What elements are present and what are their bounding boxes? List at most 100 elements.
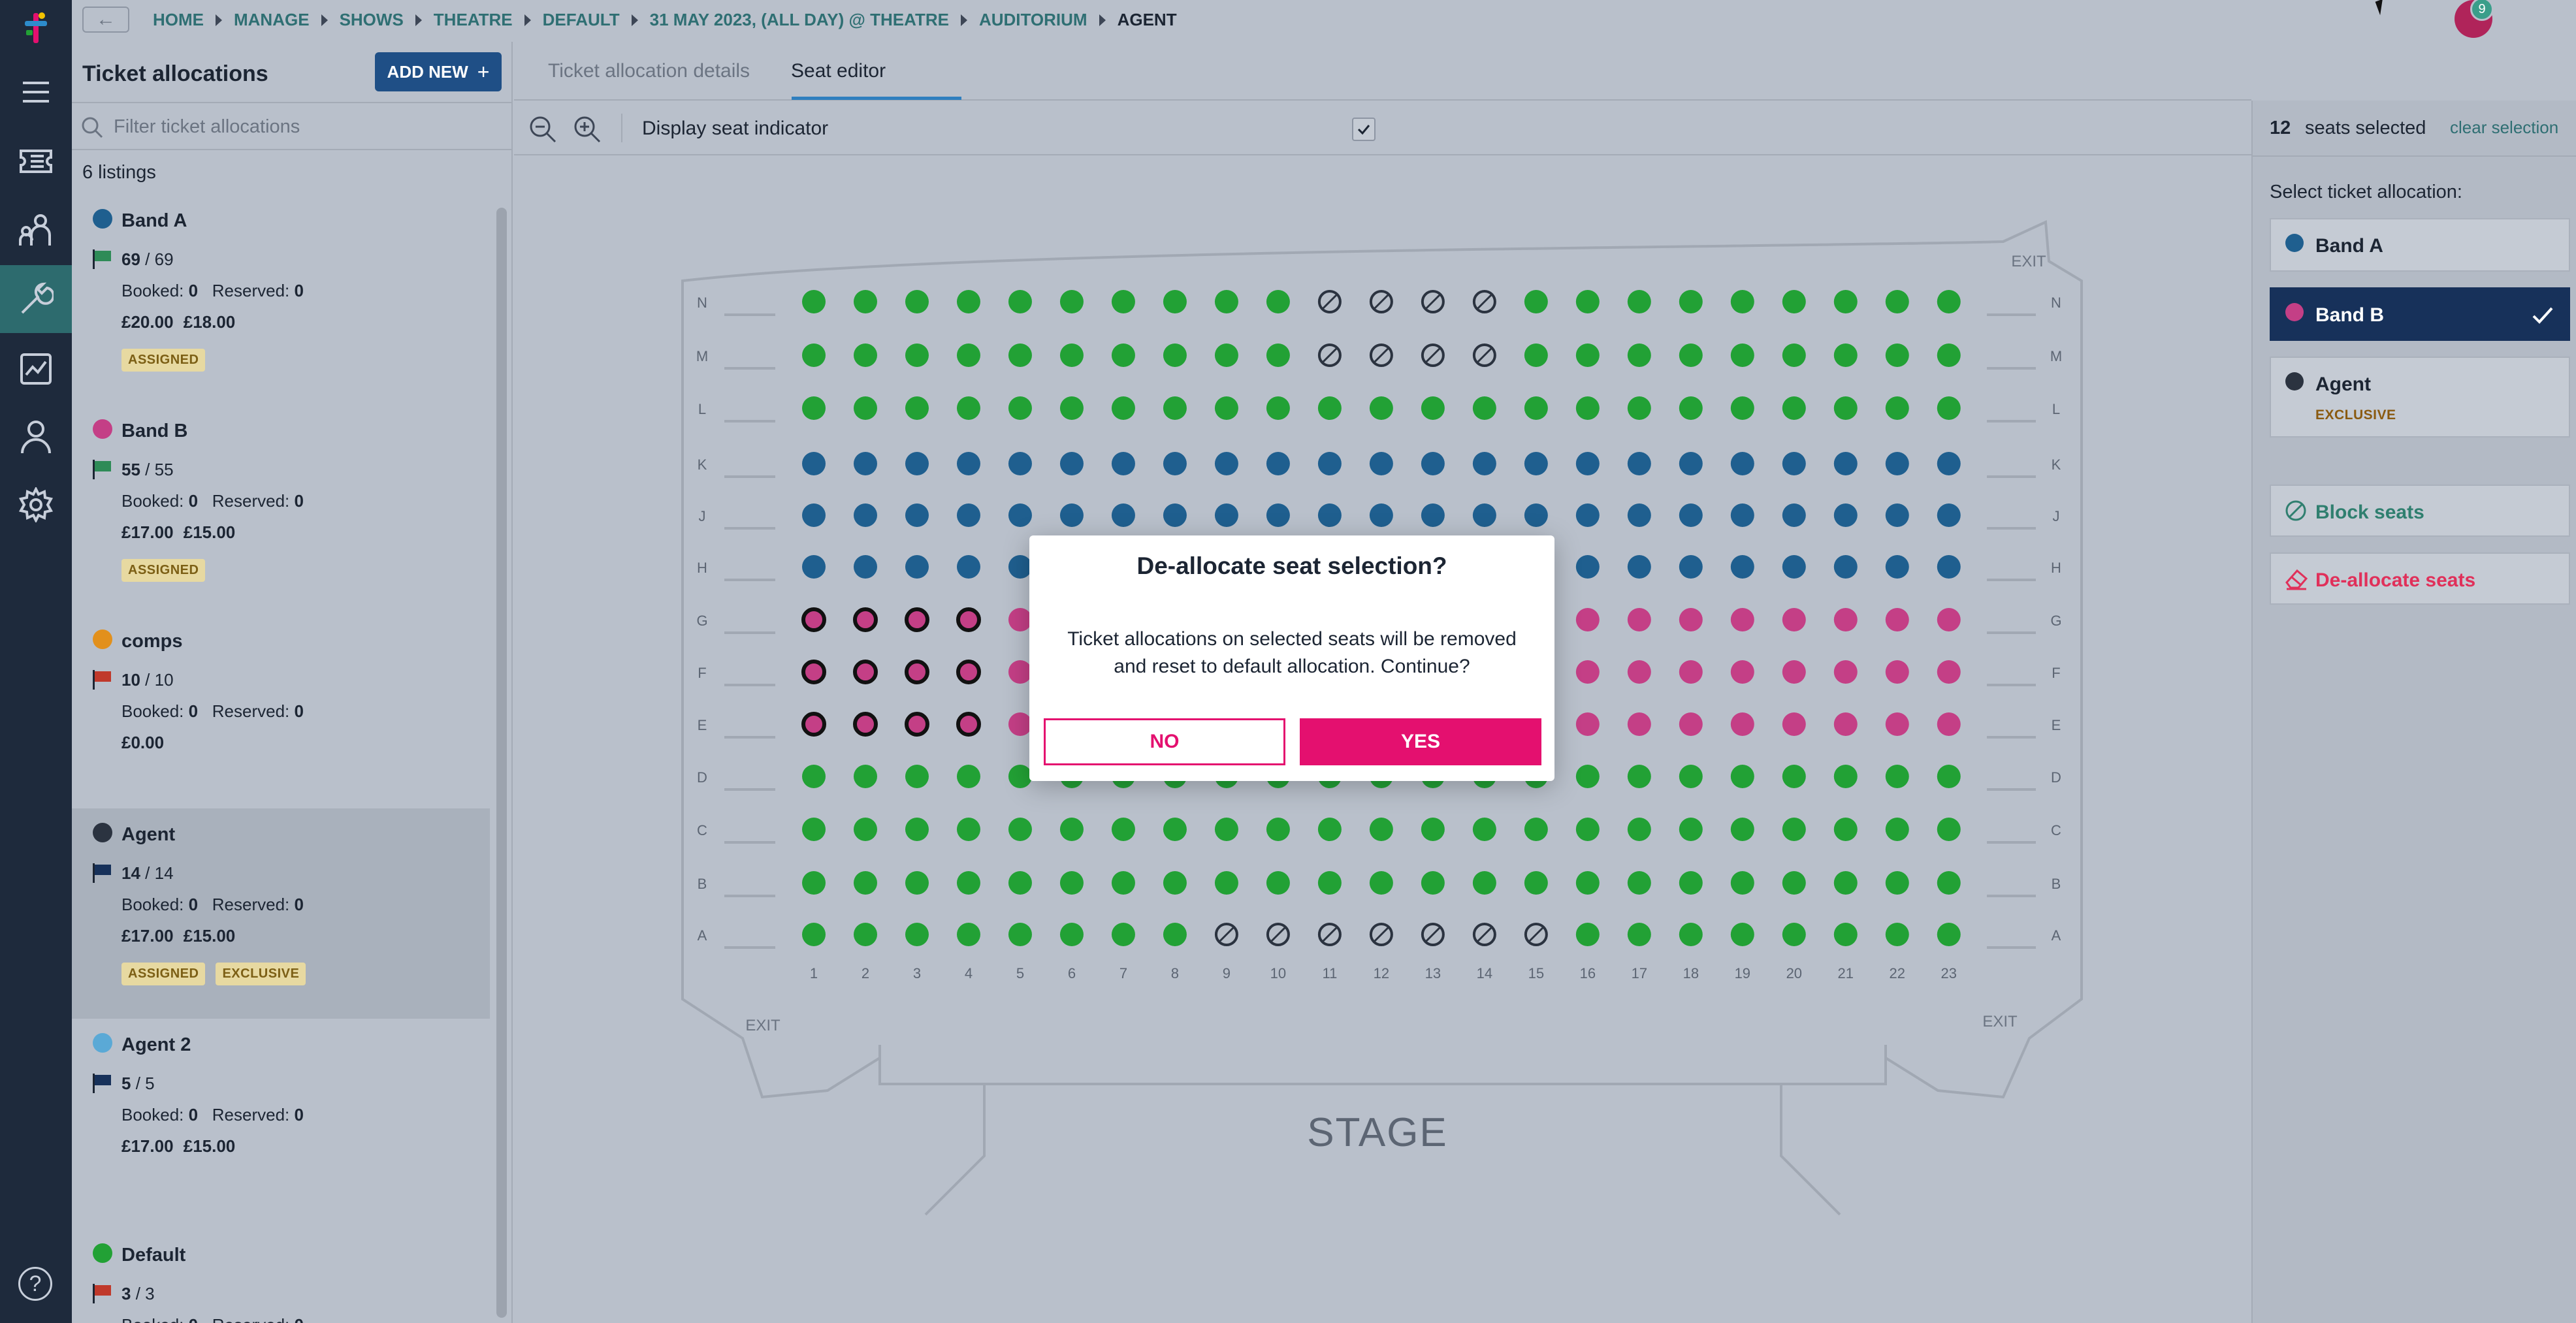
selected-seat[interactable]: [801, 712, 826, 737]
seat[interactable]: [905, 765, 929, 788]
seat[interactable]: [1472, 452, 1496, 475]
seat[interactable]: [1421, 871, 1445, 895]
seat[interactable]: [1266, 396, 1290, 420]
breadcrumb-item[interactable]: THEATRE: [434, 10, 513, 30]
seat[interactable]: [1730, 503, 1754, 527]
seat[interactable]: [905, 290, 929, 313]
allocation-item[interactable]: Band B 55 / 55 Booked: 0 Reserved: 0 £17.00…: [72, 405, 490, 615]
seat[interactable]: [1266, 452, 1290, 475]
seat[interactable]: [802, 290, 826, 313]
seat[interactable]: [956, 871, 980, 895]
seat[interactable]: [956, 818, 980, 841]
seat[interactable]: [1472, 871, 1496, 895]
seat[interactable]: [1627, 452, 1651, 475]
seat[interactable]: [1472, 818, 1496, 841]
seat[interactable]: [802, 503, 826, 527]
seat[interactable]: [1163, 452, 1187, 475]
seat[interactable]: [1214, 290, 1238, 313]
seat[interactable]: [1214, 871, 1238, 895]
seat[interactable]: [1317, 871, 1342, 895]
seat[interactable]: [1214, 452, 1238, 475]
deallocate-seats-button[interactable]: De-allocate seats: [2270, 552, 2570, 605]
yes-button[interactable]: YES: [1300, 718, 1541, 765]
seat[interactable]: [1575, 343, 1600, 367]
seat-indicator-checkbox[interactable]: [1352, 118, 1376, 141]
seat[interactable]: [1317, 396, 1342, 420]
seat[interactable]: [1163, 343, 1187, 367]
seat[interactable]: [1008, 608, 1032, 631]
seat[interactable]: [1059, 818, 1084, 841]
seat[interactable]: [1421, 452, 1445, 475]
seat[interactable]: [1782, 871, 1806, 895]
seat[interactable]: [1730, 608, 1754, 631]
allocation-item[interactable]: Band A 69 / 69 Booked: 0 Reserved: 0 £20.00…: [72, 195, 490, 405]
selected-seat[interactable]: [801, 607, 826, 632]
seat[interactable]: [1524, 452, 1548, 475]
allocation-option-agent[interactable]: Agent EXCLUSIVE: [2270, 357, 2570, 438]
seat[interactable]: [1730, 660, 1754, 684]
seat[interactable]: [1524, 290, 1548, 313]
seat[interactable]: [1214, 503, 1238, 527]
seat[interactable]: [1885, 871, 1909, 895]
seat[interactable]: [1679, 871, 1703, 895]
seat[interactable]: [1575, 503, 1600, 527]
seat[interactable]: [1627, 871, 1651, 895]
seat[interactable]: [1937, 818, 1961, 841]
seat[interactable]: [905, 818, 929, 841]
seat[interactable]: [1679, 452, 1703, 475]
seat[interactable]: [1782, 712, 1806, 736]
seat[interactable]: [853, 923, 877, 946]
seat[interactable]: [1163, 503, 1187, 527]
seat[interactable]: [1111, 871, 1135, 895]
seat[interactable]: [1111, 503, 1135, 527]
seat[interactable]: [1937, 923, 1961, 946]
seat[interactable]: [1059, 290, 1084, 313]
seat[interactable]: [1575, 818, 1600, 841]
seat[interactable]: [1679, 608, 1703, 631]
seat[interactable]: [1059, 503, 1084, 527]
seat[interactable]: [1937, 452, 1961, 475]
breadcrumb-item[interactable]: SHOWS: [340, 10, 404, 30]
seat[interactable]: [1059, 923, 1084, 946]
seat[interactable]: [1937, 290, 1961, 313]
seat[interactable]: [1111, 452, 1135, 475]
seat[interactable]: [1885, 452, 1909, 475]
seat[interactable]: [1008, 452, 1032, 475]
seat[interactable]: [1833, 712, 1858, 736]
selected-seat[interactable]: [852, 660, 878, 684]
seat[interactable]: [1885, 712, 1909, 736]
seat[interactable]: [1937, 660, 1961, 684]
seat[interactable]: [1266, 818, 1290, 841]
seat[interactable]: [1008, 290, 1032, 313]
block-seats-button[interactable]: Block seats: [2270, 485, 2570, 537]
breadcrumb-item[interactable]: DEFAULT: [543, 10, 620, 30]
seat[interactable]: [905, 396, 929, 420]
seat[interactable]: [1730, 871, 1754, 895]
zoom-out-icon[interactable]: [528, 115, 557, 144]
seat[interactable]: [1524, 871, 1548, 895]
seat[interactable]: [1575, 871, 1600, 895]
seat[interactable]: [853, 396, 877, 420]
seat[interactable]: [956, 765, 980, 788]
allocation-option-band-b[interactable]: Band B: [2270, 287, 2570, 341]
seat[interactable]: [1266, 343, 1290, 367]
seat[interactable]: [1317, 503, 1342, 527]
seat[interactable]: [1937, 396, 1961, 420]
seat[interactable]: [1059, 343, 1084, 367]
seat[interactable]: [1575, 712, 1600, 736]
breadcrumb-item[interactable]: 31 MAY 2023, (ALL DAY) @ THEATRE: [650, 10, 949, 30]
add-new-button[interactable]: ADD NEW +: [375, 52, 502, 91]
seat[interactable]: [1575, 765, 1600, 788]
allocation-item[interactable]: Default3 / 3Booked: 0 Reserved: 0£20.00 …: [72, 1229, 490, 1323]
seat[interactable]: [1369, 818, 1393, 841]
seat[interactable]: [1885, 660, 1909, 684]
seat[interactable]: [1575, 923, 1600, 946]
seat[interactable]: [1369, 871, 1393, 895]
seat[interactable]: [905, 923, 929, 946]
seat[interactable]: [853, 765, 877, 788]
seat[interactable]: [1679, 290, 1703, 313]
clear-selection-link[interactable]: clear selection: [2450, 118, 2558, 138]
seat[interactable]: [1937, 765, 1961, 788]
seat[interactable]: [1627, 765, 1651, 788]
seat[interactable]: [1369, 396, 1393, 420]
